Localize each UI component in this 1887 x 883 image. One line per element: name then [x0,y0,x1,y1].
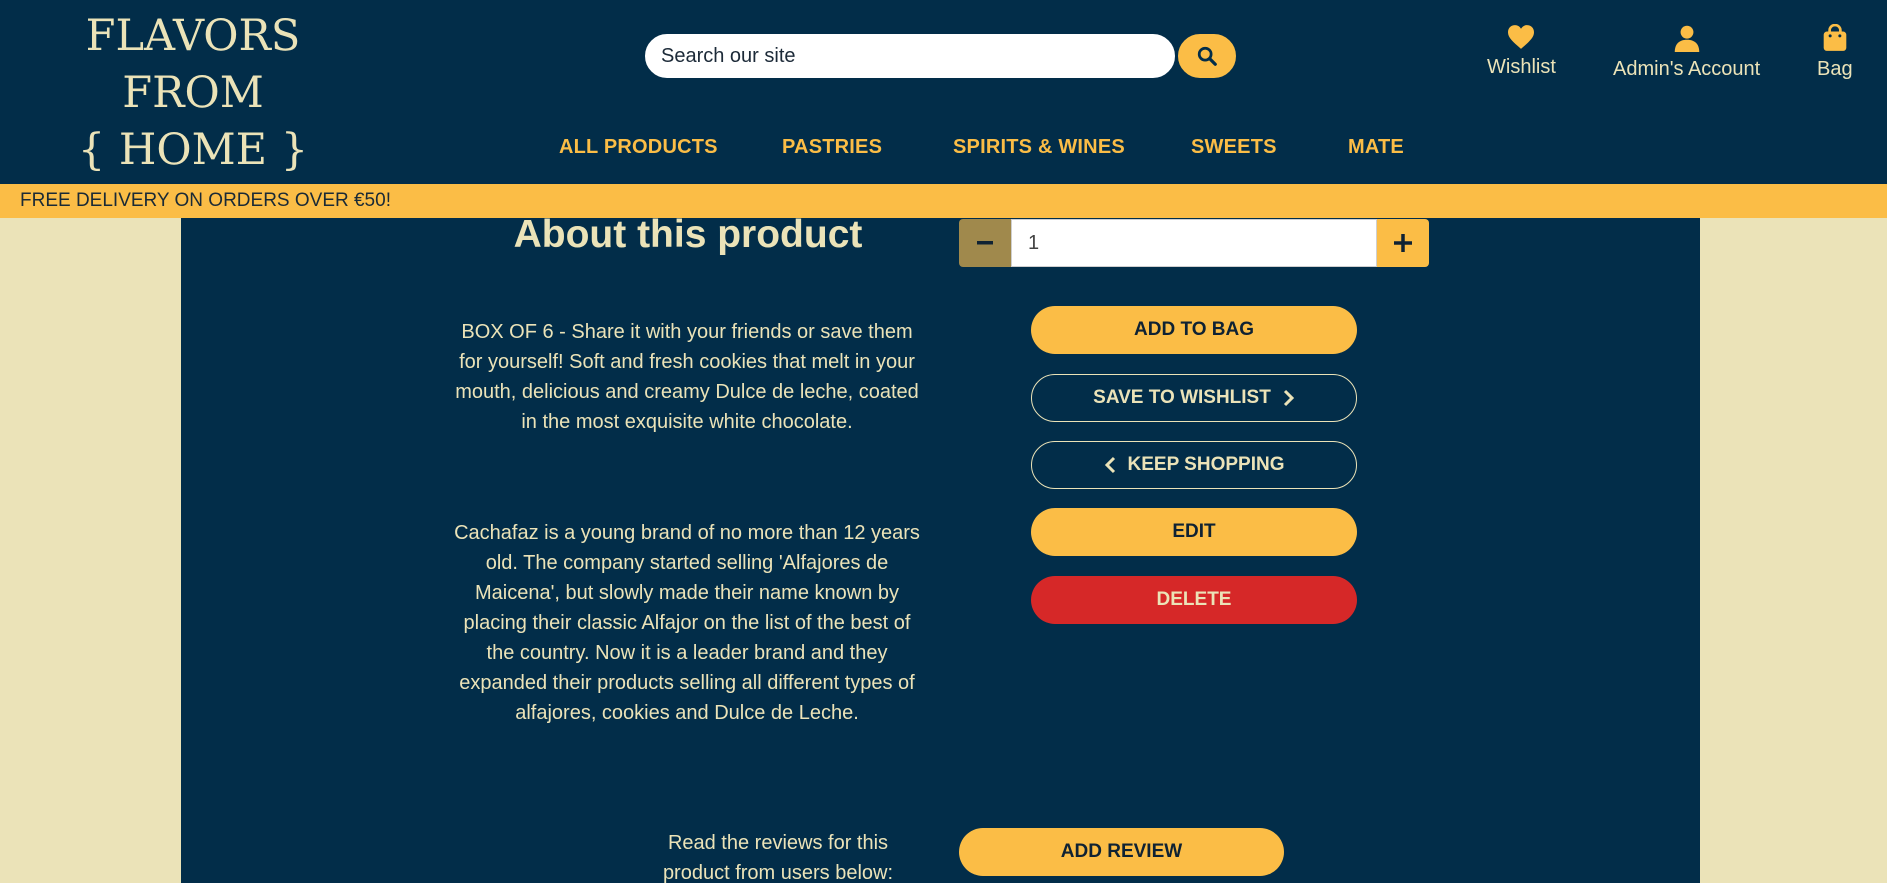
nav-pastries[interactable]: PASTRIES [782,136,882,164]
search-button[interactable] [1176,32,1238,80]
bag-label: Bag [1817,58,1853,80]
nav-mate[interactable]: MATE [1348,136,1404,164]
account-link[interactable]: Admin's Account [1613,24,1760,81]
delete-label: DELETE [1156,589,1232,610]
quantity-input[interactable] [1011,219,1377,267]
add-to-bag-button[interactable]: ADD TO BAG [1031,306,1357,354]
add-to-bag-label: ADD TO BAG [1134,319,1254,340]
plus-icon [1394,234,1412,252]
user-icon [1674,25,1699,52]
edit-label: EDIT [1172,521,1216,542]
product-detail-panel [181,218,1700,883]
logo-line-2: { HOME } [77,125,309,175]
wishlist-link[interactable]: Wishlist [1487,24,1556,79]
keep-shopping-button[interactable]: KEEP SHOPPING [1031,441,1357,489]
minus-icon [977,241,993,245]
add-review-label: ADD REVIEW [1060,841,1183,862]
quantity-stepper [959,219,1429,267]
account-label: Admin's Account [1613,58,1761,80]
brand-description: Cachafaz is a young brand of no more tha… [454,522,920,724]
heart-icon [1508,25,1535,49]
search-input[interactable] [643,32,1177,80]
quantity-increment-button[interactable] [1377,219,1429,267]
quantity-decrement-button[interactable] [959,219,1011,267]
nav-sweets[interactable]: SWEETS [1191,136,1277,164]
edit-button[interactable]: EDIT [1031,508,1357,556]
search-icon [1197,46,1217,66]
chevron-right-icon [1283,389,1294,407]
site-logo[interactable]: FLAVORS FROM { HOME } [28,8,358,179]
reviews-prompt: Read the reviews for this product from u… [662,832,894,883]
nav-spirits-wines[interactable]: SPIRITS & WINES [953,136,1125,164]
shopping-bag-icon [1823,24,1847,51]
save-to-wishlist-label: SAVE TO WISHLIST [1093,387,1271,408]
nav-all-products[interactable]: ALL PRODUCTS [559,136,718,164]
delivery-banner: FREE DELIVERY ON ORDERS OVER €50! [0,184,1887,218]
delete-button[interactable]: DELETE [1031,576,1357,624]
site-header: FLAVORS FROM { HOME } Wishlist Admin's A… [0,0,1887,184]
keep-shopping-label: KEEP SHOPPING [1127,454,1285,475]
save-to-wishlist-button[interactable]: SAVE TO WISHLIST [1031,374,1357,422]
about-title: About this product [513,213,863,256]
chevron-left-icon [1104,456,1115,474]
logo-line-1: FLAVORS FROM [85,11,301,118]
wishlist-label: Wishlist [1487,56,1556,78]
bag-link[interactable]: Bag [1817,24,1853,81]
add-review-button[interactable]: ADD REVIEW [959,828,1284,876]
product-description: BOX OF 6 - Share it with your friends or… [455,321,919,433]
